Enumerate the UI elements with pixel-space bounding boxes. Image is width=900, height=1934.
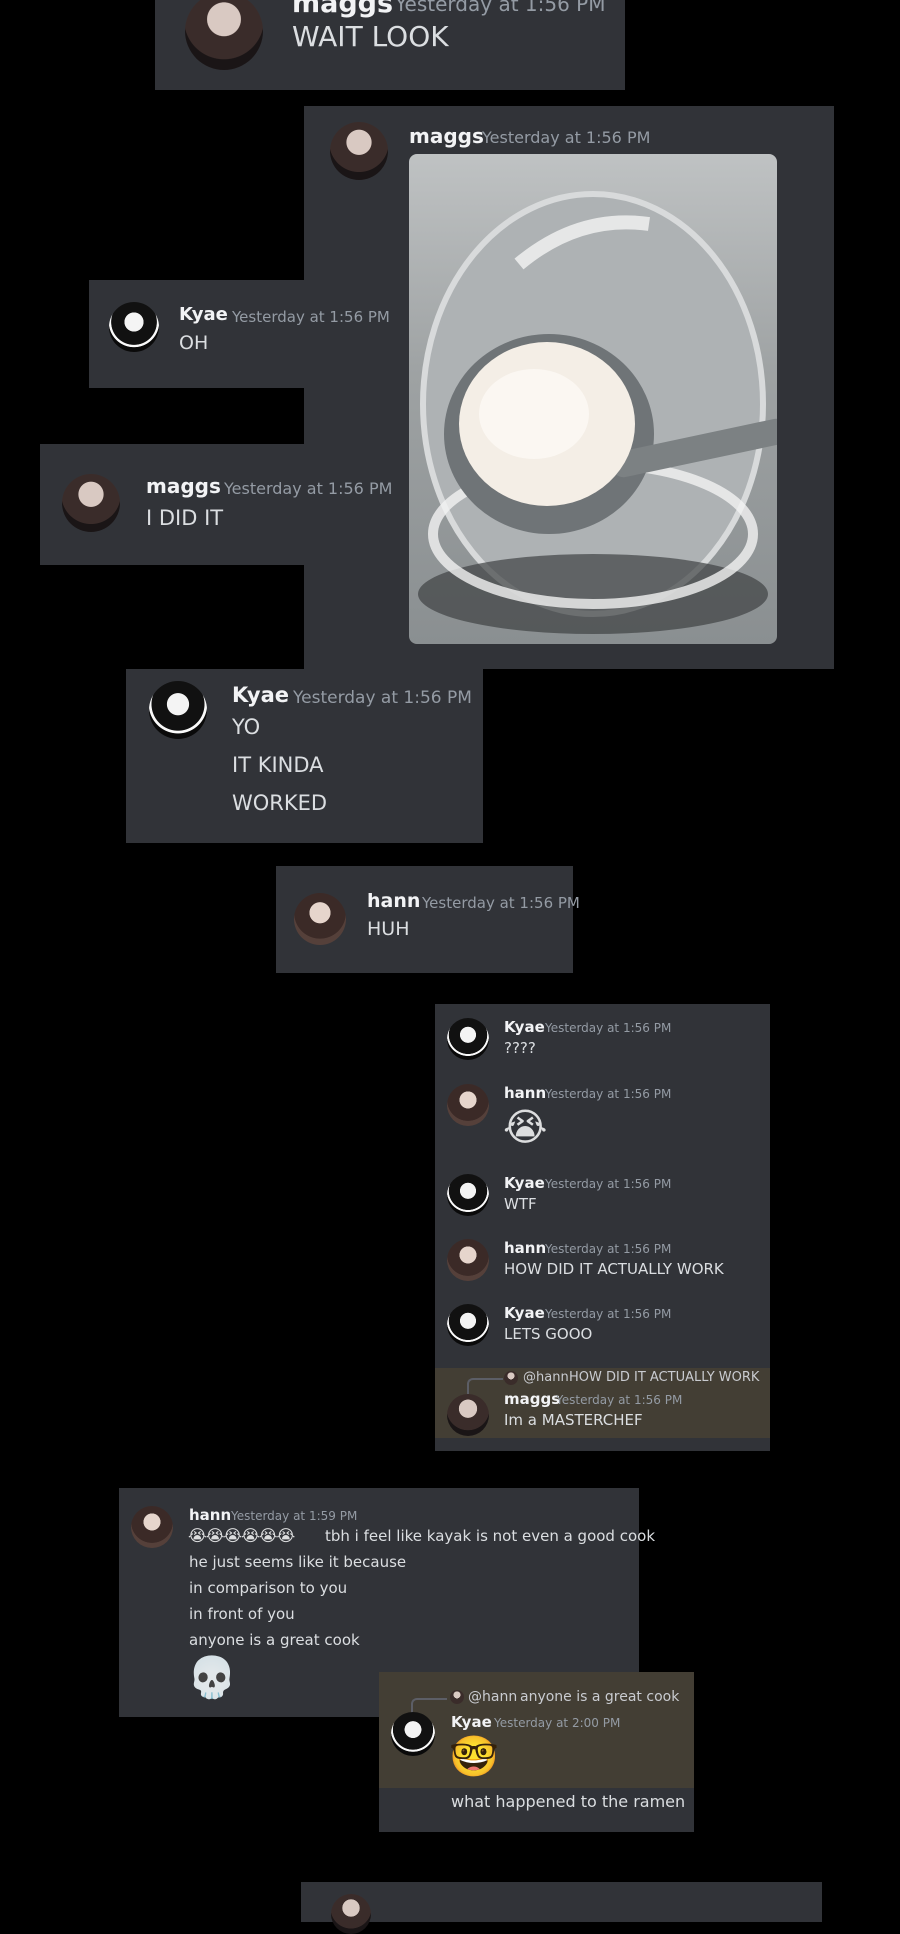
timestamp: Yesterday at 2:00 PM: [494, 1716, 621, 1730]
avatar[interactable]: [331, 1894, 371, 1934]
reply-mention[interactable]: @hann: [523, 1370, 569, 1385]
reply-avatar-icon: [504, 1371, 518, 1385]
avatar[interactable]: [62, 474, 120, 532]
message-text: what happened to the ramen: [451, 1792, 686, 1811]
message-thread-card: Kyae Yesterday at 1:56 PM ???? hann Yest…: [435, 1004, 770, 1451]
timestamp: Yesterday at 1:56 PM: [232, 308, 390, 326]
avatar[interactable]: [447, 1394, 489, 1436]
reply-avatar-icon: [450, 1690, 464, 1704]
timestamp: Yesterday at 1:56 PM: [482, 128, 651, 147]
message-text: Im a MASTERCHEF: [504, 1411, 643, 1429]
timestamp: Yesterday at 1:56 PM: [422, 894, 580, 912]
timestamp: Yesterday at 1:59 PM: [231, 1509, 358, 1523]
username[interactable]: maggs: [409, 124, 484, 148]
message-card-maggs-i-did-it: maggs Yesterday at 1:56 PM I DID IT: [40, 444, 392, 565]
username[interactable]: Kyae: [451, 1713, 492, 1731]
timestamp: Yesterday at 1:56 PM: [395, 0, 606, 16]
username[interactable]: Kyae: [504, 1018, 545, 1036]
avatar[interactable]: [330, 122, 388, 180]
avatar[interactable]: [109, 302, 159, 352]
username[interactable]: hann: [504, 1084, 546, 1102]
username[interactable]: Kyae: [504, 1304, 545, 1322]
avatar[interactable]: [294, 893, 346, 945]
username[interactable]: hann: [367, 890, 420, 912]
message-text: WAIT LOOK: [292, 20, 449, 53]
timestamp: Yesterday at 1:56 PM: [545, 1177, 672, 1191]
timestamp: Yesterday at 1:56 PM: [545, 1307, 672, 1321]
avatar[interactable]: [447, 1239, 489, 1281]
timestamp: Yesterday at 1:56 PM: [556, 1393, 683, 1407]
username[interactable]: maggs: [292, 0, 393, 19]
egg-photo-icon: [418, 191, 777, 634]
message-card-kyae-reply: @hann anyone is a great cook Kyae Yester…: [379, 1672, 694, 1832]
message-card-maggs-wait-look: maggs Yesterday at 1:56 PM WAIT LOOK: [155, 0, 625, 90]
message-text: tbh i feel like kayak is not even a good…: [325, 1527, 656, 1545]
reply-connector: [467, 1378, 503, 1394]
message-line: anyone is a great cook: [189, 1631, 360, 1649]
message-text: OH: [179, 332, 209, 354]
reply-preview-text[interactable]: HOW DID IT ACTUALLY WORK: [569, 1370, 759, 1385]
avatar[interactable]: [149, 681, 207, 739]
reply-preview-text[interactable]: anyone is a great cook: [520, 1689, 679, 1705]
avatar[interactable]: [447, 1018, 489, 1060]
message-line: in front of you: [189, 1605, 295, 1623]
username[interactable]: maggs: [504, 1390, 560, 1408]
username[interactable]: hann: [504, 1239, 546, 1257]
timestamp: Yesterday at 1:56 PM: [545, 1242, 672, 1256]
message-text: HOW DID IT ACTUALLY WORK: [504, 1260, 724, 1278]
nerd-face-emoji-icon[interactable]: 🤓: [449, 1732, 499, 1782]
username[interactable]: hann: [189, 1506, 231, 1524]
message-line: IT KINDA: [232, 753, 324, 777]
message-line: in comparison to you: [189, 1579, 348, 1597]
message-line: YO: [232, 715, 261, 739]
avatar[interactable]: [185, 0, 263, 70]
message-card-kyae-oh: Kyae Yesterday at 1:56 PM OH: [89, 280, 390, 388]
loudly-crying-emoji-icon[interactable]: 😭: [503, 1104, 547, 1150]
message-line: WORKED: [232, 791, 328, 815]
message-image-poached-egg[interactable]: [409, 154, 777, 644]
message-text: WTF: [504, 1195, 537, 1213]
message-text: ????: [504, 1039, 536, 1057]
reply-mention[interactable]: @hann: [468, 1689, 517, 1705]
message-text: LETS GOOO: [504, 1325, 593, 1343]
skull-emoji-icon[interactable]: 💀: [187, 1653, 237, 1703]
username[interactable]: Kyae: [179, 304, 228, 325]
crying-emojis-icon: 😭😭😭😭😭😭: [188, 1526, 295, 1545]
message-card-hann-huh: hann Yesterday at 1:56 PM HUH: [276, 866, 580, 973]
timestamp: Yesterday at 1:56 PM: [545, 1021, 672, 1035]
message-text: I DID IT: [146, 506, 224, 530]
username[interactable]: maggs: [146, 474, 221, 498]
username[interactable]: Kyae: [232, 683, 289, 707]
message-text: HUH: [367, 918, 410, 940]
avatar[interactable]: [391, 1712, 435, 1756]
message-card-partial-bottom: [301, 1882, 822, 1934]
highlighted-reply-message: @hann HOW DID IT ACTUALLY WORK maggs Yes…: [435, 1368, 770, 1438]
timestamp: Yesterday at 1:56 PM: [224, 479, 393, 498]
username[interactable]: Kyae: [504, 1174, 545, 1192]
timestamp: Yesterday at 1:56 PM: [545, 1087, 672, 1101]
avatar[interactable]: [447, 1084, 489, 1126]
message-line: he just seems like it because: [189, 1553, 407, 1571]
timestamp: Yesterday at 1:56 PM: [293, 688, 472, 708]
avatar[interactable]: [447, 1174, 489, 1216]
avatar[interactable]: [131, 1506, 173, 1548]
message-card-kyae-yo: Kyae Yesterday at 1:56 PM YO IT KINDA WO…: [126, 669, 483, 843]
avatar[interactable]: [447, 1304, 489, 1346]
message-card-maggs-image: maggs Yesterday at 1:56 PM: [304, 106, 834, 669]
